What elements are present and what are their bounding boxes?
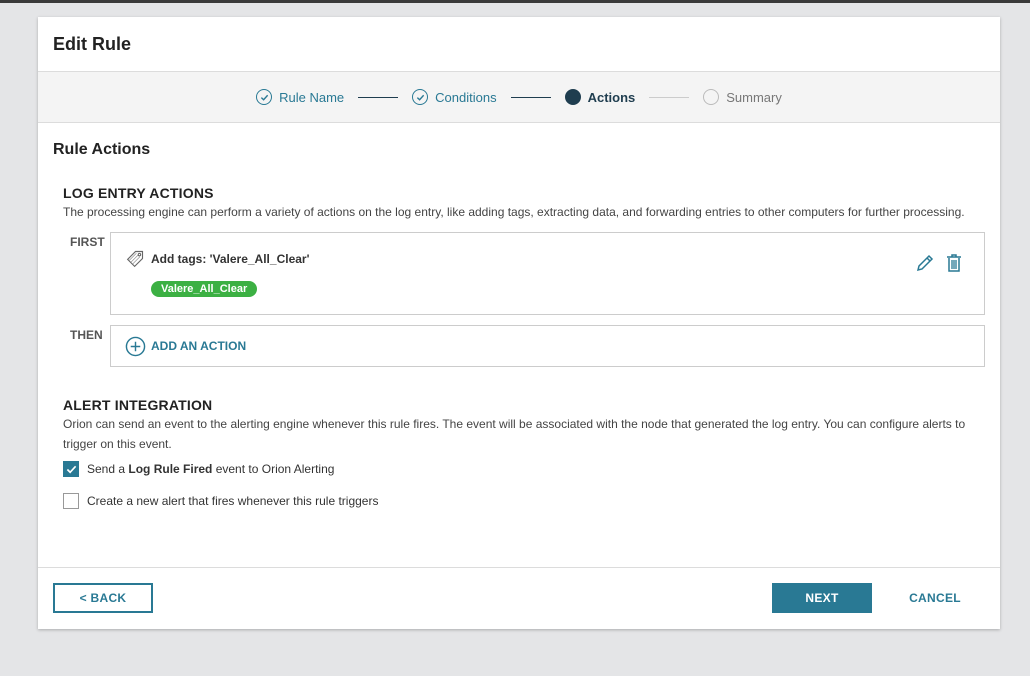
- step-connector: [358, 96, 399, 98]
- back-button[interactable]: < BACK: [53, 583, 153, 613]
- wizard-stepper: Rule Name Conditions Actions Summary: [38, 72, 1000, 123]
- first-action-row: FIRST Add tags: 'Valere_All_Clear' Valer…: [63, 232, 985, 315]
- step-connector: [510, 96, 551, 98]
- action-tools: [906, 253, 964, 273]
- add-action-button[interactable]: ADD AN ACTION: [125, 336, 246, 357]
- create-alert-checkbox[interactable]: [63, 493, 79, 509]
- plus-circle-icon: [125, 336, 146, 356]
- first-label: FIRST: [70, 235, 105, 249]
- step-actions[interactable]: Actions: [564, 89, 636, 105]
- check-circle-icon: [256, 89, 273, 105]
- step-conditions[interactable]: Conditions: [412, 89, 497, 105]
- step-summary[interactable]: Summary: [703, 89, 782, 105]
- dialog-footer: < BACK NEXT CANCEL: [38, 567, 1000, 629]
- edit-rule-dialog: Edit Rule Rule Name Conditions Actions S…: [38, 17, 1000, 629]
- send-event-option[interactable]: Send a Log Rule Fired event to Orion Ale…: [63, 461, 985, 477]
- then-label: THEN: [70, 328, 103, 342]
- dialog-content: Rule Actions LOG ENTRY ACTIONS The proce…: [38, 141, 1000, 509]
- action-title: Add tags: 'Valere_All_Clear': [125, 248, 309, 269]
- trash-icon[interactable]: [944, 253, 964, 273]
- step-connector: [649, 96, 690, 98]
- send-event-checkbox[interactable]: [63, 461, 79, 477]
- section-title: Rule Actions: [53, 141, 151, 158]
- first-action-card: Add tags: 'Valere_All_Clear' Valere_All_…: [110, 232, 985, 315]
- action-title-text: Add tags: 'Valere_All_Clear': [151, 251, 310, 266]
- step-label: Summary: [726, 89, 782, 105]
- active-step-dot-icon: [564, 89, 581, 105]
- pencil-icon[interactable]: [915, 253, 935, 273]
- dialog-title: Edit Rule: [53, 34, 132, 54]
- add-action-label: ADD AN ACTION: [151, 339, 247, 353]
- top-bar: [0, 0, 1030, 3]
- create-alert-option[interactable]: Create a new alert that fires whenever t…: [63, 493, 985, 509]
- dialog-header: Edit Rule: [38, 17, 1000, 72]
- next-button[interactable]: NEXT: [772, 583, 872, 613]
- then-action-card: ADD AN ACTION: [110, 325, 985, 367]
- empty-circle-icon: [703, 89, 720, 105]
- step-rule-name[interactable]: Rule Name: [256, 89, 344, 105]
- cancel-button[interactable]: CANCEL: [900, 583, 970, 613]
- alert-integration-section: ALERT INTEGRATION Orion can send an even…: [53, 397, 985, 509]
- step-label: Conditions: [435, 89, 497, 105]
- step-label: Rule Name: [279, 89, 345, 105]
- log-entry-heading: LOG ENTRY ACTIONS: [63, 185, 214, 201]
- check-circle-icon: [412, 89, 429, 105]
- log-entry-actions-section: LOG ENTRY ACTIONS The processing engine …: [53, 185, 985, 367]
- log-entry-description: The processing engine can perform a vari…: [63, 205, 965, 219]
- step-label: Actions: [587, 89, 636, 105]
- alert-description: Orion can send an event to the alerting …: [63, 417, 966, 451]
- then-action-row: THEN ADD AN ACTION: [63, 325, 985, 367]
- create-alert-label: Create a new alert that fires whenever t…: [87, 494, 379, 508]
- tag-icon: [126, 250, 144, 268]
- checkmark-icon: [66, 465, 76, 473]
- tag-badge: Valere_All_Clear: [151, 281, 258, 297]
- send-event-label: Send a Log Rule Fired event to Orion Ale…: [87, 462, 335, 476]
- alert-heading: ALERT INTEGRATION: [63, 397, 213, 413]
